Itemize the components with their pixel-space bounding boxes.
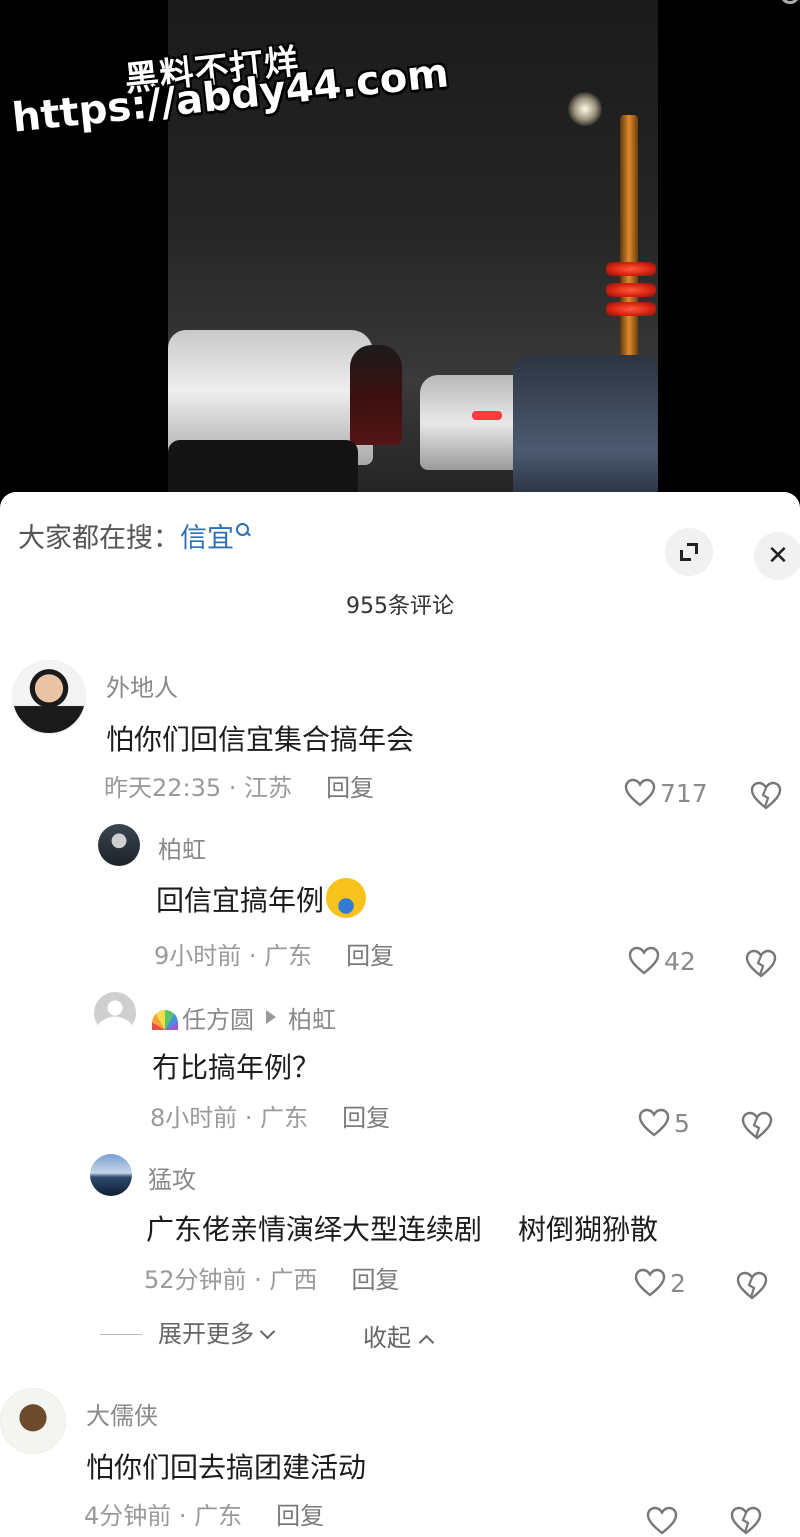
- heart-outline-icon: [646, 1506, 678, 1535]
- comment-time: 4分钟前 · 广东: [84, 1502, 243, 1530]
- comment-meta: 52分钟前 · 广西 回复: [144, 1260, 399, 1295]
- comment-time: 昨天22:35 · 江苏: [104, 774, 293, 802]
- broken-heart-icon[interactable]: [736, 1271, 768, 1301]
- heart-outline-icon: [628, 946, 660, 975]
- reply-button[interactable]: 回复: [276, 1502, 324, 1530]
- broken-heart-icon[interactable]: [730, 1506, 762, 1536]
- thread-controls: 展开更多 收起: [100, 1314, 435, 1352]
- expand-more-button[interactable]: 展开更多: [158, 1320, 276, 1348]
- comment-text: 冇比搞年例？: [152, 1051, 321, 1084]
- comment-time: 9小时前 · 广东: [154, 942, 313, 970]
- avatar[interactable]: [94, 992, 136, 1034]
- like-button[interactable]: [646, 1506, 682, 1536]
- avatar[interactable]: [12, 660, 86, 734]
- comment-text-body: 广东佬亲情演绎大型连续剧: [146, 1213, 483, 1246]
- comment-meta: 9小时前 · 广东 回复: [154, 936, 394, 971]
- divider: [100, 1334, 142, 1335]
- like-button[interactable]: 42: [628, 946, 696, 976]
- street-light: [568, 92, 602, 126]
- people-silhouette: [350, 345, 402, 445]
- reply-button[interactable]: 回复: [326, 774, 374, 802]
- expand-button[interactable]: [665, 528, 713, 576]
- comment-sheet: 大家都在搜：信宜 ✕ 955条评论 外地人 怕你们回信宜集合搞年会 昨天22:3…: [0, 492, 800, 1537]
- comment-count: 955条评论: [346, 594, 454, 619]
- reply-button[interactable]: 回复: [351, 1266, 399, 1294]
- laughing-crying-emoji-icon: [326, 878, 367, 918]
- heart-outline-icon: [624, 778, 656, 807]
- chevron-down-icon: [259, 1323, 276, 1340]
- chevron-up-icon: [418, 1334, 435, 1351]
- comment-author[interactable]: 任方圆: [182, 1006, 254, 1034]
- heart-outline-icon: [638, 1108, 670, 1137]
- search-icon: [236, 523, 250, 537]
- like-button[interactable]: 717: [624, 778, 708, 808]
- broken-heart-icon[interactable]: [750, 781, 782, 811]
- trending-search-keyword[interactable]: 信宜: [180, 523, 234, 554]
- expand-icon: [680, 543, 698, 561]
- avatar[interactable]: [90, 1154, 132, 1196]
- comment-text-extra: 树倒猢狲散: [518, 1213, 659, 1246]
- comment-meta: 昨天22:35 · 江苏 回复: [104, 768, 374, 803]
- comment-text: 怕你们回去搞团建活动: [86, 1451, 367, 1484]
- car: [513, 355, 658, 512]
- collapse-label: 收起: [363, 1324, 411, 1352]
- rainbow-badge-icon: [152, 1010, 178, 1030]
- comment-author[interactable]: 大儒侠: [86, 1396, 158, 1431]
- comment-meta: 8小时前 · 广东 回复: [150, 1098, 390, 1133]
- like-count: 42: [664, 946, 696, 976]
- broken-heart-icon[interactable]: [745, 949, 777, 979]
- reply-arrow-icon: [266, 1010, 276, 1024]
- like-button[interactable]: 5: [638, 1108, 690, 1138]
- trending-search[interactable]: 大家都在搜：信宜: [18, 516, 250, 555]
- light-pole: [620, 115, 638, 365]
- comment-meta: 4分钟前 · 广东 回复: [84, 1496, 324, 1531]
- like-count: 2: [670, 1268, 686, 1298]
- avatar[interactable]: [98, 824, 140, 866]
- comment-author-line: 任方圆 柏虹: [152, 1000, 336, 1035]
- reply-button[interactable]: 回复: [342, 1104, 390, 1132]
- comment-time: 52分钟前 · 广西: [144, 1266, 318, 1294]
- comment-text: 广东佬亲情演绎大型连续剧 树倒猢狲散: [146, 1208, 658, 1248]
- like-count: 717: [660, 778, 708, 808]
- red-lantern: [606, 262, 656, 276]
- search-icon[interactable]: [780, 0, 800, 4]
- close-icon: ✕: [767, 541, 789, 571]
- reply-to-author[interactable]: 柏虹: [288, 1006, 336, 1034]
- broken-heart-icon[interactable]: [741, 1111, 773, 1141]
- comment-author[interactable]: 外地人: [106, 668, 178, 703]
- like-button[interactable]: 2: [634, 1268, 686, 1298]
- comment-time: 8小时前 · 广东: [150, 1104, 309, 1132]
- tail-light: [472, 411, 502, 420]
- reply-button[interactable]: 回复: [346, 942, 394, 970]
- comment-author[interactable]: 柏虹: [158, 830, 206, 865]
- red-lantern: [606, 283, 656, 297]
- heart-outline-icon: [634, 1268, 666, 1297]
- red-lantern: [606, 302, 656, 316]
- collapse-button[interactable]: 收起: [363, 1318, 435, 1353]
- video-player[interactable]: 黑料不打烊 https://abdy44.com: [0, 0, 800, 512]
- avatar[interactable]: [0, 1388, 66, 1454]
- like-count: 5: [674, 1108, 690, 1138]
- trending-search-label: 大家都在搜：: [18, 523, 180, 554]
- comment-text: 怕你们回信宜集合搞年会: [106, 723, 415, 756]
- comment-author[interactable]: 猛攻: [148, 1160, 196, 1195]
- comment-text-body: 回信宜搞年例: [156, 884, 325, 917]
- comment-text: 回信宜搞年例: [156, 878, 367, 919]
- close-button[interactable]: ✕: [754, 532, 800, 580]
- expand-more-label: 展开更多: [158, 1320, 254, 1348]
